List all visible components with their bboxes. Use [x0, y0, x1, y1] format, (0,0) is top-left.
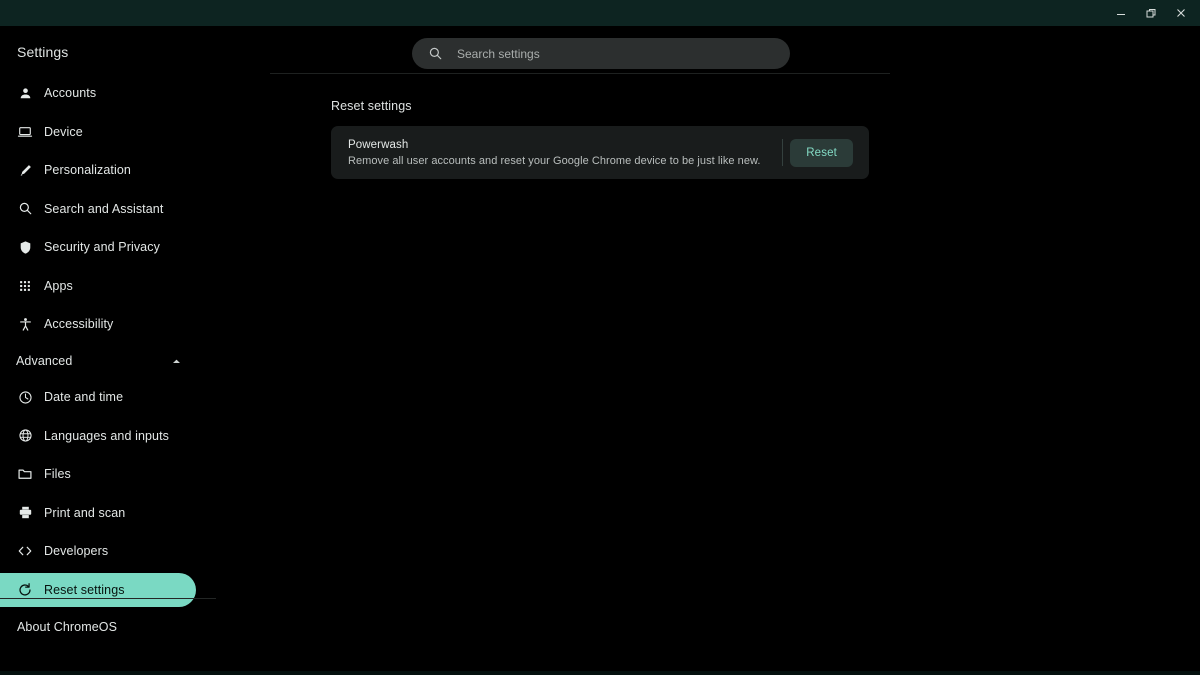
sidebar-item-label: Apps: [44, 278, 73, 293]
page-title: Settings: [17, 44, 69, 60]
clock-icon: [16, 388, 34, 406]
folder-icon: [16, 465, 34, 483]
powerwash-card: Powerwash Remove all user accounts and r…: [331, 126, 869, 179]
minimize-button[interactable]: [1106, 0, 1136, 26]
sidebar-group-advanced[interactable]: Advanced: [0, 346, 196, 376]
sidebar-item-accounts[interactable]: Accounts: [0, 76, 196, 110]
sidebar-item-security-and-privacy[interactable]: Security and Privacy: [0, 230, 196, 264]
section-title: Reset settings: [331, 99, 412, 113]
code-icon: [16, 542, 34, 560]
sidebar-item-label: About ChromeOS: [17, 620, 118, 634]
printer-icon: [16, 504, 34, 522]
sidebar-item-label: Developers: [44, 544, 109, 558]
search-bar[interactable]: [412, 38, 790, 69]
sidebar-item-label: Print and scan: [44, 505, 126, 520]
sidebar-item-date-and-time[interactable]: Date and time: [0, 380, 196, 414]
reset-icon: [16, 581, 34, 599]
sidebar-item-languages-and-inputs[interactable]: Languages and inputs: [0, 419, 196, 453]
shield-icon: [16, 238, 34, 256]
powerwash-card-text: Powerwash Remove all user accounts and r…: [331, 137, 782, 169]
powerwash-title: Powerwash: [348, 138, 409, 151]
sidebar-item-device[interactable]: Device: [0, 115, 196, 149]
sidebar-item-print-and-scan[interactable]: Print and scan: [0, 496, 196, 530]
restore-button[interactable]: [1136, 0, 1166, 26]
sidebar-item-label: Reset settings: [44, 582, 125, 597]
sidebar-item-developers[interactable]: Developers: [0, 534, 196, 568]
sidebar-item-label: Accessibility: [44, 317, 114, 331]
sidebar-divider: [0, 598, 216, 599]
pen-icon: [16, 161, 34, 179]
search-input[interactable]: [444, 46, 790, 61]
sidebar-item-label: Security and Privacy: [44, 240, 160, 254]
sidebar-item-label: Date and time: [44, 390, 124, 404]
grid-icon: [16, 277, 34, 295]
sidebar-item-label: Languages and inputs: [44, 428, 170, 443]
bottom-strip: [0, 671, 1200, 675]
sidebar-nav: Accounts Device Personalization Search a…: [0, 76, 230, 611]
sidebar-item-apps[interactable]: Apps: [0, 269, 196, 303]
sidebar-item-label: Files: [44, 467, 71, 481]
sidebar-item-reset-settings[interactable]: Reset settings: [0, 572, 196, 607]
reset-button[interactable]: Reset: [790, 138, 853, 167]
sidebar-group-label: Advanced: [16, 354, 73, 368]
settings-window: Settings Accounts Devic: [0, 0, 1200, 675]
card-separator: [782, 139, 784, 166]
sidebar-item-label: Search and Assistant: [44, 201, 164, 216]
sidebar-item-label: Device: [44, 124, 83, 139]
window-titlebar: [0, 0, 1200, 26]
sidebar: Settings Accounts Device Personalization…: [0, 26, 230, 675]
chevron-up-icon: [170, 355, 182, 367]
content-top-divider: [270, 73, 890, 74]
sidebar-item-label: Accounts: [44, 86, 97, 100]
sidebar-item-about-chromeos[interactable]: About ChromeOS: [0, 612, 117, 642]
laptop-icon: [16, 123, 34, 141]
close-button[interactable]: [1166, 0, 1196, 26]
powerwash-description: Remove all user accounts and reset your …: [348, 154, 761, 167]
sidebar-item-accessibility[interactable]: Accessibility: [0, 307, 196, 341]
accessibility-icon: [16, 315, 34, 333]
sidebar-item-personalization[interactable]: Personalization: [0, 153, 196, 187]
globe-icon: [16, 427, 34, 445]
sidebar-item-files[interactable]: Files: [0, 457, 196, 491]
sidebar-item-label: Personalization: [44, 163, 131, 177]
person-icon: [16, 84, 34, 102]
sidebar-item-search-and-assistant[interactable]: Search and Assistant: [0, 192, 196, 226]
search-icon: [16, 200, 34, 218]
search-icon: [426, 45, 444, 63]
